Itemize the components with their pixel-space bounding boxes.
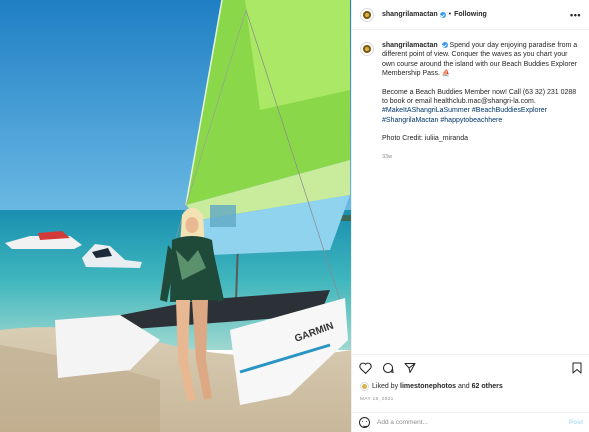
emoji-icon[interactable] (359, 417, 370, 428)
likes-summary: Liked by limestonephotos and 62 others (360, 382, 503, 391)
post-photo[interactable]: GARMIN (0, 0, 351, 432)
more-options-icon[interactable]: ••• (570, 10, 581, 20)
avatar[interactable] (360, 7, 374, 22)
liked-by-user[interactable]: limestonephotos (400, 383, 456, 390)
avatar-logo-icon (363, 45, 371, 53)
bookmark-icon[interactable] (570, 361, 583, 374)
post-date: MAY 18, 2021 (360, 397, 394, 402)
hashtags: #MakeItAShangriLaSummer #BeachBuddiesExp… (382, 107, 547, 123)
post-caption: shangrilamactan Spend your day enjoying … (352, 30, 589, 162)
hashtag-link[interactable]: #BeachBuddiesExplorer (472, 107, 547, 114)
beach-catamaran-image: GARMIN (0, 0, 351, 432)
action-bar (352, 354, 589, 380)
photo-credit: Photo Credit: iuliia_miranda (382, 135, 468, 143)
caption-avatar[interactable] (360, 42, 374, 56)
avatar-logo-icon (363, 10, 371, 19)
comment-input[interactable] (377, 419, 569, 426)
caption-paragraph-2: Become a Beach Buddies Member now! Call … (382, 88, 581, 126)
hashtag-link[interactable]: #MakeItAShangriLaSummer (382, 107, 470, 114)
comment-bar: Post (352, 412, 589, 432)
post-age[interactable]: 33w (382, 153, 581, 162)
likes-prefix: Liked by (372, 383, 399, 390)
verified-badge-icon (441, 42, 448, 49)
comment-icon[interactable] (381, 361, 394, 374)
liker-avatar (360, 382, 369, 391)
caption-body: shangrilamactan Spend your day enjoying … (382, 41, 581, 162)
post-header: shangrilamactan • Following ••• (352, 0, 589, 30)
post-comment-button[interactable]: Post (569, 419, 583, 426)
post-side-panel: shangrilamactan • Following ••• shangril… (351, 0, 589, 432)
hashtag-link[interactable]: #ShangrilaMactan (382, 117, 438, 124)
following-button[interactable]: Following (454, 11, 487, 18)
hashtag-link[interactable]: #happytobeachhere (440, 117, 502, 124)
post-modal: GARMIN shangrilamactan • Following ••• s… (0, 0, 589, 432)
likes-others-link[interactable]: 62 others (472, 383, 503, 390)
likes-and: and (458, 383, 470, 390)
caption-contact-text: Become a Beach Buddies Member now! Call … (382, 88, 577, 106)
caption-username[interactable]: shangrilamactan (382, 42, 438, 49)
verified-badge-icon (439, 11, 446, 18)
header-username[interactable]: shangrilamactan (382, 11, 438, 18)
heart-icon[interactable] (359, 361, 372, 374)
share-icon[interactable] (403, 361, 416, 374)
header-separator: • (448, 11, 452, 18)
